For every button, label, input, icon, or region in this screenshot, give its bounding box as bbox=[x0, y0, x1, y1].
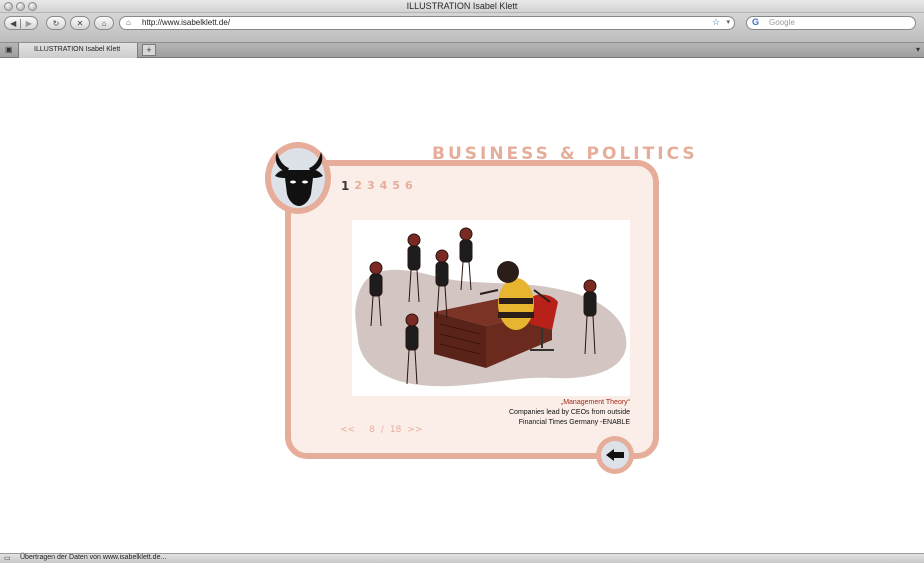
tab-illustration[interactable]: ILLUSTRATION Isabel Klett bbox=[18, 43, 138, 58]
pager-current: 8 bbox=[369, 425, 375, 435]
bull-logo-inner bbox=[271, 148, 325, 208]
pager-total: 18 bbox=[389, 425, 402, 435]
search-field[interactable]: G Google bbox=[746, 16, 916, 30]
window-title: ILLUSTRATION Isabel Klett bbox=[406, 1, 518, 11]
ants-bee-illustration bbox=[355, 227, 627, 387]
illustration-caption: „Management Theory“ Companies lead by CE… bbox=[440, 398, 630, 428]
reload-button[interactable]: ↻ bbox=[46, 16, 66, 30]
back-forward-buttons[interactable]: ◀ │ ▶ bbox=[4, 16, 38, 30]
page-number-nav: 1 2 3 4 5 6 bbox=[341, 179, 413, 193]
forward-arrow-icon[interactable]: ▶ bbox=[26, 19, 32, 28]
reload-icon: ↻ bbox=[52, 18, 60, 28]
bull-head-icon bbox=[275, 152, 323, 206]
status-bar: ▭ Übertragen der Daten von www.isabelkle… bbox=[0, 553, 924, 563]
search-placeholder[interactable]: Google bbox=[769, 18, 795, 27]
site-icon: ⌂ bbox=[126, 18, 131, 27]
tab-label: ILLUSTRATION Isabel Klett bbox=[34, 46, 121, 53]
page-number-5[interactable]: 5 bbox=[392, 179, 400, 193]
caption-line-1: Companies lead by CEOs from outside bbox=[509, 409, 630, 416]
status-text: Übertragen der Daten von www.isabelklett… bbox=[20, 554, 167, 561]
stop-icon: ✕ bbox=[76, 18, 84, 28]
stop-button[interactable]: ✕ bbox=[70, 16, 90, 30]
page-number-1[interactable]: 1 bbox=[341, 179, 349, 193]
home-button[interactable]: ⌂ bbox=[94, 16, 114, 30]
address-bar[interactable]: ⌂ http://www.isabelklett.de/ ☆ ▾ bbox=[119, 16, 735, 30]
illustration-image bbox=[352, 220, 630, 396]
window-titlebar: ILLUSTRATION Isabel Klett bbox=[0, 0, 924, 13]
bookmarks-toggle-icon[interactable]: ▣ bbox=[5, 45, 13, 54]
caption-title: „Management Theory“ bbox=[560, 399, 630, 406]
status-icon: ▭ bbox=[4, 555, 11, 562]
previous-image-button[interactable]: << bbox=[340, 425, 355, 435]
tab-bar: ▣ ILLUSTRATION Isabel Klett + ▾ bbox=[0, 43, 924, 58]
home-icon: ⌂ bbox=[101, 18, 107, 28]
history-dropdown-icon[interactable]: ▾ bbox=[726, 18, 730, 26]
back-arrow-icon[interactable]: ◀ bbox=[10, 19, 16, 28]
url-text[interactable]: http://www.isabelklett.de/ bbox=[142, 18, 230, 27]
back-button[interactable] bbox=[596, 436, 634, 474]
page-number-6[interactable]: 6 bbox=[405, 179, 413, 193]
section-title: BUSINESS & POLITICS bbox=[432, 144, 698, 164]
page-number-3[interactable]: 3 bbox=[367, 179, 375, 193]
bull-logo-badge[interactable] bbox=[265, 142, 331, 214]
next-image-button[interactable]: >> bbox=[407, 425, 422, 435]
tab-list-icon[interactable]: ▾ bbox=[916, 45, 920, 54]
new-tab-button[interactable]: + bbox=[142, 44, 156, 56]
page-number-4[interactable]: 4 bbox=[380, 179, 388, 193]
browser-toolbar: ◀ │ ▶ ↻ ✕ ⌂ ⌂ http://www.isabelklett.de/… bbox=[0, 13, 924, 43]
page-number-2[interactable]: 2 bbox=[354, 179, 362, 193]
back-button-inner bbox=[601, 441, 629, 469]
caption-line-2: Financial Times Germany -ENABLE bbox=[518, 419, 630, 426]
image-pager: << 8 / 18 >> bbox=[340, 425, 422, 435]
google-logo-icon: G bbox=[752, 17, 760, 27]
back-arrow-icon bbox=[606, 449, 624, 461]
pager-separator: / bbox=[380, 425, 384, 435]
bookmark-star-icon[interactable]: ☆ bbox=[712, 17, 720, 28]
